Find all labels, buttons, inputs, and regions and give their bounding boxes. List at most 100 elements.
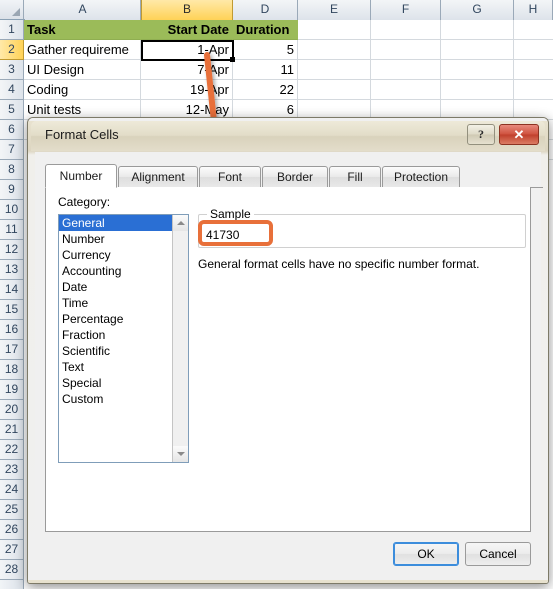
sample-label: Sample	[207, 207, 254, 221]
row-header-14[interactable]: 14	[0, 280, 24, 300]
cell-f2[interactable]	[371, 40, 441, 60]
dialog-frame: Format Cells ? ✕ Number Alignment Font B…	[28, 118, 548, 583]
row-header-24[interactable]: 24	[0, 480, 24, 500]
ok-button[interactable]: OK	[393, 542, 459, 566]
row-header-22[interactable]: 22	[0, 440, 24, 460]
row-header-15[interactable]: 15	[0, 300, 24, 320]
row-header-25[interactable]: 25	[0, 500, 24, 520]
tab-fill[interactable]: Fill	[329, 166, 381, 188]
cancel-button[interactable]: Cancel	[465, 542, 531, 566]
row-header-23[interactable]: 23	[0, 460, 24, 480]
column-header-a[interactable]: A	[25, 0, 141, 20]
row-header-2[interactable]: 2	[0, 40, 24, 60]
cell-b4[interactable]: 19-Apr	[141, 80, 233, 100]
column-header-e[interactable]: E	[298, 0, 371, 20]
cell-e4[interactable]	[298, 80, 371, 100]
category-item-custom[interactable]: Custom	[59, 391, 172, 407]
cell-h4[interactable]	[514, 80, 553, 100]
cell-a3[interactable]: UI Design	[24, 60, 141, 80]
category-item-time[interactable]: Time	[59, 295, 172, 311]
cell-h2[interactable]	[514, 40, 553, 60]
select-all-corner[interactable]	[0, 0, 24, 20]
column-header-row: A B D E F G H	[0, 0, 553, 20]
help-icon[interactable]: ?	[467, 124, 495, 145]
tab-number[interactable]: Number	[45, 164, 117, 188]
row-header-13[interactable]: 13	[0, 260, 24, 280]
cell-g1[interactable]	[441, 20, 514, 40]
tab-alignment[interactable]: Alignment	[118, 166, 198, 188]
row-header-1[interactable]: 1	[0, 20, 24, 40]
row-header-8[interactable]: 8	[0, 160, 24, 180]
row-header-17[interactable]: 17	[0, 340, 24, 360]
cell-e1[interactable]	[298, 20, 371, 40]
row-header-6[interactable]: 6	[0, 120, 24, 140]
category-item-fraction[interactable]: Fraction	[59, 327, 172, 343]
category-item-currency[interactable]: Currency	[59, 247, 172, 263]
row-header-18[interactable]: 18	[0, 360, 24, 380]
cell-d3[interactable]: 11	[233, 60, 298, 80]
number-tab-panel: Category: General Number Currency Accoun…	[45, 187, 531, 532]
category-item-accounting[interactable]: Accounting	[59, 263, 172, 279]
row-header-16[interactable]: 16	[0, 320, 24, 340]
category-item-text[interactable]: Text	[59, 359, 172, 375]
tab-font[interactable]: Font	[199, 166, 261, 188]
row-header-26[interactable]: 26	[0, 520, 24, 540]
cell-d4[interactable]: 22	[233, 80, 298, 100]
row-header-20[interactable]: 20	[0, 400, 24, 420]
category-scrollbar[interactable]	[172, 215, 188, 462]
row-header-28[interactable]: 28	[0, 560, 24, 580]
cell-b1[interactable]: Start Date	[141, 20, 233, 40]
cell-d2[interactable]: 5	[233, 40, 298, 60]
cell-e3[interactable]	[298, 60, 371, 80]
scroll-down-icon[interactable]	[173, 446, 188, 462]
cell-d1[interactable]: Duration	[233, 20, 298, 40]
category-item-number[interactable]: Number	[59, 231, 172, 247]
dialog-titlebar[interactable]: Format Cells ? ✕	[31, 121, 545, 151]
row-header-7[interactable]: 7	[0, 140, 24, 160]
column-header-b[interactable]: B	[141, 0, 233, 20]
row-header-19[interactable]: 19	[0, 380, 24, 400]
row-header-5[interactable]: 5	[0, 100, 24, 120]
row-header-9[interactable]: 9	[0, 180, 24, 200]
cell-g2[interactable]	[441, 40, 514, 60]
row-header-column: 1 2 3 4 5 6 7 8 9 10 11 12 13 14 15 16 1…	[0, 20, 24, 589]
cell-f3[interactable]	[371, 60, 441, 80]
category-item-general[interactable]: General	[59, 215, 172, 231]
cell-g4[interactable]	[441, 80, 514, 100]
cell-a1[interactable]: Task	[24, 20, 141, 40]
cell-a2[interactable]: Gather requireme	[24, 40, 141, 60]
row-header-21[interactable]: 21	[0, 420, 24, 440]
column-header-g[interactable]: G	[441, 0, 514, 20]
cell-h1[interactable]	[514, 20, 553, 40]
category-item-percentage[interactable]: Percentage	[59, 311, 172, 327]
row-header-3[interactable]: 3	[0, 60, 24, 80]
column-header-f[interactable]: F	[371, 0, 441, 20]
column-header-h[interactable]: H	[514, 0, 553, 20]
row-header-27[interactable]: 27	[0, 540, 24, 560]
column-header-d[interactable]: D	[233, 0, 298, 20]
cell-e2[interactable]	[298, 40, 371, 60]
tab-protection[interactable]: Protection	[382, 166, 460, 188]
row-header-11[interactable]: 11	[0, 220, 24, 240]
select-all-triangle-icon	[12, 8, 20, 16]
row-header-4[interactable]: 4	[0, 80, 24, 100]
fill-handle[interactable]	[230, 57, 235, 62]
cell-g3[interactable]	[441, 60, 514, 80]
cell-a4[interactable]: Coding	[24, 80, 141, 100]
close-icon[interactable]: ✕	[499, 124, 539, 145]
cell-f4[interactable]	[371, 80, 441, 100]
scroll-up-icon[interactable]	[173, 215, 188, 231]
cell-h3[interactable]	[514, 60, 553, 80]
format-cells-dialog: Format Cells ? ✕ Number Alignment Font B…	[27, 117, 549, 584]
tab-border[interactable]: Border	[262, 166, 328, 188]
category-item-scientific[interactable]: Scientific	[59, 343, 172, 359]
format-description: General format cells have no specific nu…	[198, 257, 480, 271]
cell-b2[interactable]: 1-Apr	[141, 40, 233, 60]
category-item-date[interactable]: Date	[59, 279, 172, 295]
row-header-12[interactable]: 12	[0, 240, 24, 260]
category-listbox[interactable]: General Number Currency Accounting Date …	[58, 214, 189, 463]
row-header-10[interactable]: 10	[0, 200, 24, 220]
category-item-special[interactable]: Special	[59, 375, 172, 391]
cell-f1[interactable]	[371, 20, 441, 40]
cell-b3[interactable]: 7-Apr	[141, 60, 233, 80]
